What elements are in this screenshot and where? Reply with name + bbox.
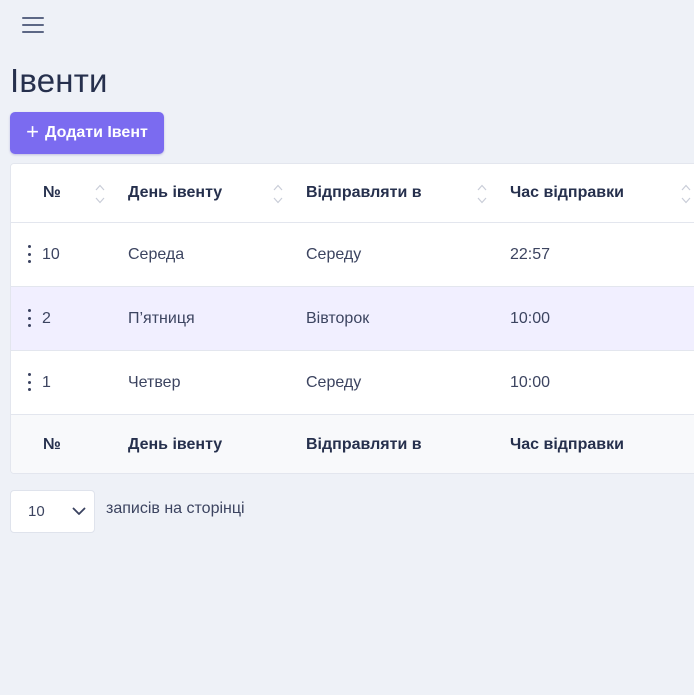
cell-send-on: Вівторок <box>306 309 370 327</box>
row-actions-icon[interactable] <box>25 245 33 263</box>
column-header-send-time[interactable]: Час відправки <box>510 164 624 222</box>
chevron-down-icon <box>72 507 86 515</box>
cell-event-day: Четвер <box>128 373 181 391</box>
row-actions-icon[interactable] <box>25 373 33 391</box>
menu-line <box>22 17 44 19</box>
menu-line <box>22 31 44 33</box>
page-size-label: записів на сторінці <box>106 500 245 517</box>
column-header-number[interactable]: № <box>43 164 61 222</box>
cell-number: 2 <box>42 309 51 327</box>
row-actions-icon[interactable] <box>25 309 33 327</box>
column-footer-send-time: Час відправки <box>510 436 624 453</box>
events-table: № День івенту Відправляти в Час відправк… <box>10 163 694 474</box>
page-size-value: 10 <box>28 503 45 520</box>
column-header-send-on[interactable]: Відправляти в <box>306 164 422 222</box>
add-event-button[interactable]: + Додати Івент <box>10 112 164 154</box>
cell-send-on: Середу <box>306 245 362 263</box>
cell-number: 10 <box>42 245 60 263</box>
column-footer-event-day: День івенту <box>128 436 223 453</box>
page-size-select[interactable]: 10 <box>10 490 95 533</box>
page-title: Івенти <box>10 62 108 99</box>
hamburger-menu-icon[interactable] <box>22 16 44 34</box>
sort-icon[interactable] <box>273 184 283 204</box>
cell-event-day: П’ятниця <box>128 309 195 327</box>
cell-send-time: 10:00 <box>510 373 551 391</box>
plus-icon: + <box>26 119 40 144</box>
sort-icon[interactable] <box>95 184 105 204</box>
cell-send-time: 22:57 <box>510 245 551 263</box>
cell-event-day: Середа <box>128 245 185 263</box>
cell-send-on: Середу <box>306 373 362 391</box>
add-event-label: Додати Івент <box>45 124 148 141</box>
menu-line <box>22 24 44 26</box>
column-footer-send-on: Відправляти в <box>306 436 422 453</box>
cell-number: 1 <box>42 373 51 391</box>
sort-icon[interactable] <box>681 184 691 204</box>
table-row[interactable]: 2 П’ятниця Вівторок 10:00 <box>11 287 694 351</box>
table-row[interactable]: 10 Середа Середу 22:57 <box>11 223 694 287</box>
column-footer-number: № <box>43 436 61 453</box>
column-header-event-day[interactable]: День івенту <box>128 164 222 222</box>
table-footer-row: № День івенту Відправляти в Час відправк… <box>11 415 694 473</box>
table-header-row: № День івенту Відправляти в Час відправк… <box>11 164 694 223</box>
table-row[interactable]: 1 Четвер Середу 10:00 <box>11 351 694 415</box>
sort-icon[interactable] <box>477 184 487 204</box>
cell-send-time: 10:00 <box>510 309 551 327</box>
